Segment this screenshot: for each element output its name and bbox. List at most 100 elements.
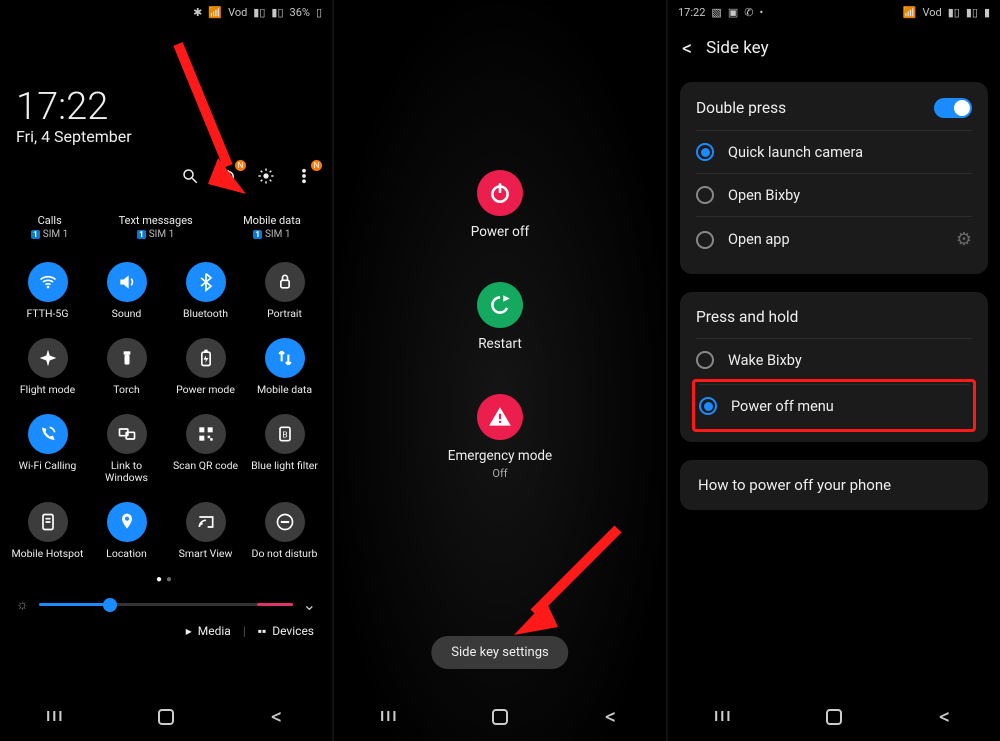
side-key-settings-panel: 17:22 ▧ ▣ ✆ • 📶 Vod ▮▯ ▮▯ ▮ < Side key D… <box>668 0 1000 741</box>
sim-chip-icon: 1 <box>31 230 40 239</box>
status-bar: 17:22 ▧ ▣ ✆ • 📶 Vod ▮▯ ▮▯ ▮ <box>668 0 1000 24</box>
brightness-icon: ☼ <box>16 596 29 613</box>
qs-tile-label: Mobile data <box>257 384 312 396</box>
sim-chip-icon: 1 <box>253 230 262 239</box>
sim-chip-icon: 1 <box>137 230 146 239</box>
portrait-icon <box>265 262 305 302</box>
nav-back-button[interactable]: < <box>932 704 958 730</box>
option-bixby[interactable]: Open Bixby <box>696 173 972 216</box>
location-icon <box>107 502 147 542</box>
option-label: Power off menu <box>731 398 834 415</box>
battery-icon: ▮ <box>984 6 990 19</box>
power-off-icon <box>477 170 523 216</box>
media-button[interactable]: ▸Media <box>186 624 231 638</box>
quick-tiles-grid: FTTH-5G Sound BluetoothPortrait Flight mode… <box>0 240 332 570</box>
qs-tile-wifi[interactable]: FTTH-5G <box>10 262 85 320</box>
qs-tile-sound[interactable]: Sound <box>89 262 164 320</box>
signal-status-icon: ▮▯ <box>253 6 265 19</box>
nav-bar: III < <box>334 693 666 741</box>
power-off-label: Power off <box>471 224 529 240</box>
option-power-menu[interactable]: Power off menu <box>699 384 969 427</box>
qs-tile-label: FTTH-5G <box>27 308 69 320</box>
option-app[interactable]: Open app ⚙ <box>696 216 972 262</box>
qs-tile-hotspot[interactable]: Mobile Hotspot <box>10 502 85 560</box>
double-press-toggle[interactable] <box>934 98 972 118</box>
nav-home-button[interactable] <box>821 704 847 730</box>
qs-tile-portrait[interactable]: Portrait <box>247 262 322 320</box>
gear-icon[interactable]: ⚙ <box>956 229 972 250</box>
qs-tile-bluelight[interactable]: BBlue light filter <box>247 414 322 484</box>
radio-icon <box>696 231 714 249</box>
qs-tile-power-mode[interactable]: Power mode <box>168 338 243 396</box>
qs-tile-label: Smart View <box>179 548 233 560</box>
qs-tile-location[interactable]: Location <box>89 502 164 560</box>
qs-tile-dnd[interactable]: Do not disturb <box>247 502 322 560</box>
qs-bottom-row: ▸Media | ▪▪Devices <box>0 618 332 694</box>
status-dot-icon: • <box>759 6 763 19</box>
qs-tile-label: Power mode <box>176 384 235 396</box>
nav-bar: III < <box>668 693 1000 741</box>
search-icon[interactable] <box>180 166 200 186</box>
power-icon[interactable]: N <box>218 166 238 186</box>
nav-recent-button[interactable]: III <box>710 704 736 730</box>
qs-tile-label: Sound <box>112 308 142 320</box>
qs-tile-mobile-data[interactable]: Mobile data <box>247 338 322 396</box>
nav-back-button[interactable]: < <box>598 704 624 730</box>
qs-tile-smartview[interactable]: Smart View <box>168 502 243 560</box>
brightness-slider[interactable] <box>39 603 293 606</box>
qs-tile-wifi-calling[interactable]: Wi-Fi Calling <box>10 414 85 484</box>
restart-icon <box>477 282 523 328</box>
torch-icon <box>107 338 147 378</box>
option-camera[interactable]: Quick launch camera <box>696 130 972 173</box>
nav-back-button[interactable]: < <box>264 704 290 730</box>
qs-tile-torch[interactable]: Torch <box>89 338 164 396</box>
qs-tile-flight[interactable]: Flight mode <box>10 338 85 396</box>
clock-date: Fri, 4 September <box>16 127 316 146</box>
nav-recent-button[interactable]: III <box>42 704 68 730</box>
option-wake-bixby[interactable]: Wake Bixby <box>696 338 972 381</box>
sim-data[interactable]: Mobile data 1SIM 1 <box>243 214 301 240</box>
sound-icon <box>107 262 147 302</box>
clock-block: 17:22 Fri, 4 September <box>0 79 332 148</box>
status-sq-icon: ▧ <box>711 6 721 19</box>
nav-recent-button[interactable]: III <box>376 704 402 730</box>
chevron-down-icon[interactable]: ⌄ <box>303 595 316 614</box>
wifi-status-icon: 📶 <box>903 6 917 19</box>
devices-button[interactable]: ▪▪Devices <box>258 624 314 638</box>
quick-settings-panel: ✱ 📶 Vod ▮▯ ▮▯ 36% ▯ 17:22 Fri, 4 Septemb… <box>0 0 334 741</box>
qs-tile-label: Flight mode <box>20 384 75 396</box>
option-label: Open app <box>728 231 790 248</box>
radio-icon <box>696 186 714 204</box>
wifi-calling-icon <box>28 414 68 454</box>
emergency-item[interactable]: Emergency mode Off <box>448 394 552 480</box>
smartview-icon <box>186 502 226 542</box>
back-icon[interactable]: < <box>682 36 692 60</box>
sim-calls[interactable]: Calls 1SIM 1 <box>31 214 68 240</box>
notif-badge-icon: N <box>311 160 322 171</box>
side-key-settings-button[interactable]: Side key settings <box>431 636 568 669</box>
mobile-data-icon <box>265 338 305 378</box>
radio-icon <box>699 397 717 415</box>
double-press-card: Double press Quick launch cameraOpen Bix… <box>680 82 988 274</box>
nav-home-button[interactable] <box>153 704 179 730</box>
nav-home-button[interactable] <box>487 704 513 730</box>
press-hold-card: Press and hold Wake BixbyPower off menu <box>680 292 988 442</box>
gear-icon[interactable] <box>256 166 276 186</box>
qs-tile-label: Torch <box>113 384 140 396</box>
double-press-title: Double press <box>696 99 786 117</box>
how-to-power-off-button[interactable]: How to power off your phone <box>680 460 988 510</box>
qs-tile-qr[interactable]: Scan QR code <box>168 414 243 484</box>
power-menu-panel: Power off Restart Emergency mode Off <box>334 0 668 741</box>
vod-status-icon: Vod <box>228 6 247 19</box>
restart-item[interactable]: Restart <box>477 282 523 352</box>
qs-tile-label: Blue light filter <box>251 460 318 472</box>
sim-texts[interactable]: Text messages 1SIM 1 <box>119 214 193 240</box>
radio-icon <box>696 143 714 161</box>
more-icon[interactable]: N <box>294 166 314 186</box>
power-mode-icon <box>186 338 226 378</box>
qs-tile-bluetooth[interactable]: Bluetooth <box>168 262 243 320</box>
qr-icon <box>186 414 226 454</box>
settings-header: < Side key <box>668 24 1000 72</box>
qs-tile-link[interactable]: Link to Windows <box>89 414 164 484</box>
power-off-item[interactable]: Power off <box>471 170 529 240</box>
